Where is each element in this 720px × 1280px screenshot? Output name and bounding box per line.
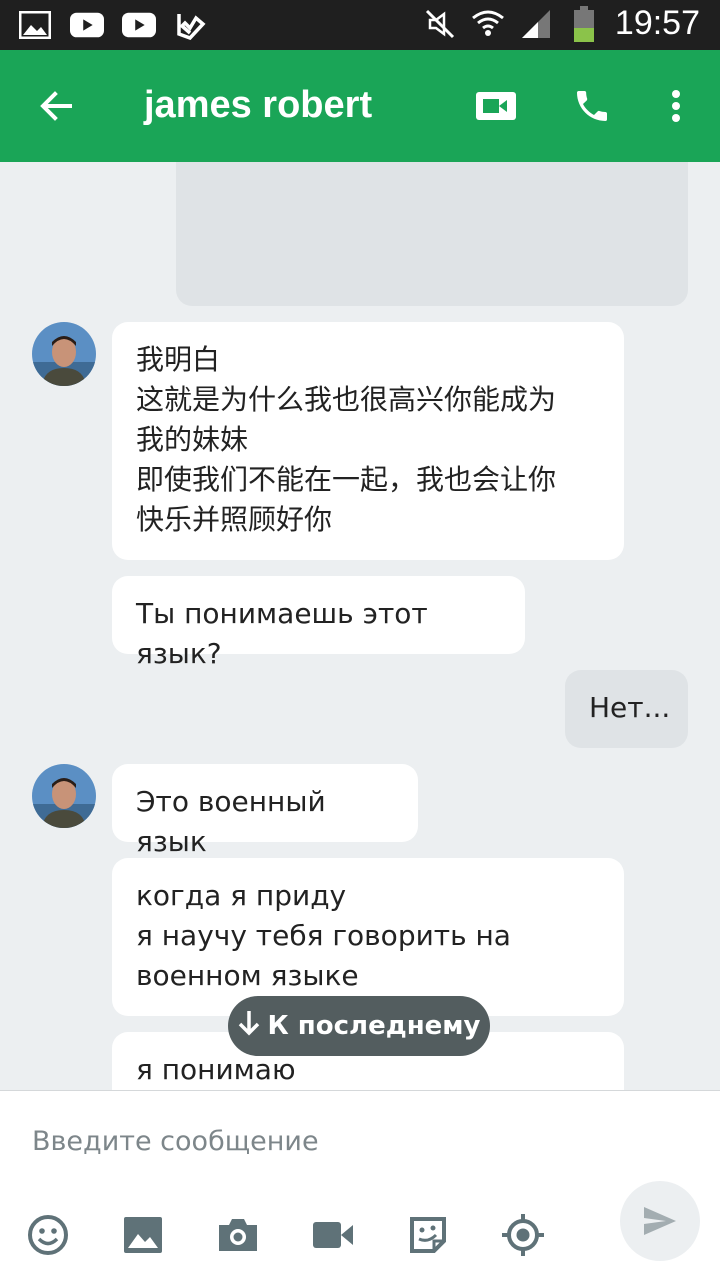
avatar[interactable] [32, 764, 96, 828]
gallery-notification-icon [18, 8, 52, 42]
image-message[interactable] [176, 162, 688, 306]
contact-name[interactable]: james robert [144, 84, 372, 127]
message-bubble-in[interactable]: Это военный язык [112, 764, 418, 858]
video-icon[interactable] [307, 1209, 359, 1261]
mute-icon [423, 7, 457, 41]
jump-to-latest-label: К последнему [267, 1011, 481, 1041]
video-call-icon[interactable] [470, 80, 522, 132]
arrow-down-icon [237, 1009, 261, 1044]
youtube-notification-icon-2 [122, 8, 156, 42]
status-bar: 19:57 [0, 0, 720, 50]
more-vert-icon[interactable] [650, 80, 702, 132]
status-time: 19:57 [614, 4, 700, 42]
app-bar: james robert [0, 50, 720, 162]
send-button[interactable] [620, 1181, 700, 1261]
image-icon[interactable] [117, 1209, 169, 1261]
send-icon [644, 1207, 676, 1235]
message-input[interactable] [32, 1121, 592, 1161]
message-bubble-in[interactable]: Ты понимаешь этот язык? [112, 576, 525, 670]
back-arrow-icon[interactable] [30, 80, 82, 132]
message-bubble-in[interactable]: когда я приду я научу тебя говорить на в… [112, 858, 624, 1016]
sticker-icon[interactable] [402, 1209, 454, 1261]
emoji-icon[interactable] [22, 1209, 74, 1261]
composer [0, 1090, 720, 1280]
youtube-notification-icon [70, 8, 104, 42]
message-bubble-out[interactable]: Нет... [565, 670, 688, 748]
location-icon[interactable] [497, 1209, 549, 1261]
avatar[interactable] [32, 322, 96, 386]
battery-icon [567, 5, 601, 42]
wifi-icon [471, 7, 505, 41]
jump-to-latest-button[interactable]: К последнему [228, 996, 490, 1056]
phone-icon[interactable] [566, 80, 618, 132]
task-check-icon [174, 8, 208, 42]
camera-icon[interactable] [212, 1209, 264, 1261]
message-bubble-in[interactable]: 我明白 这就是为什么我也很高兴你能成为 我的妹妹 即使我们不能在一起，我也会让你… [112, 322, 624, 560]
message-list[interactable]: 我明白 这就是为什么我也很高兴你能成为 我的妹妹 即使我们不能在一起，我也会让你… [0, 162, 720, 1090]
signal-icon [519, 7, 553, 41]
